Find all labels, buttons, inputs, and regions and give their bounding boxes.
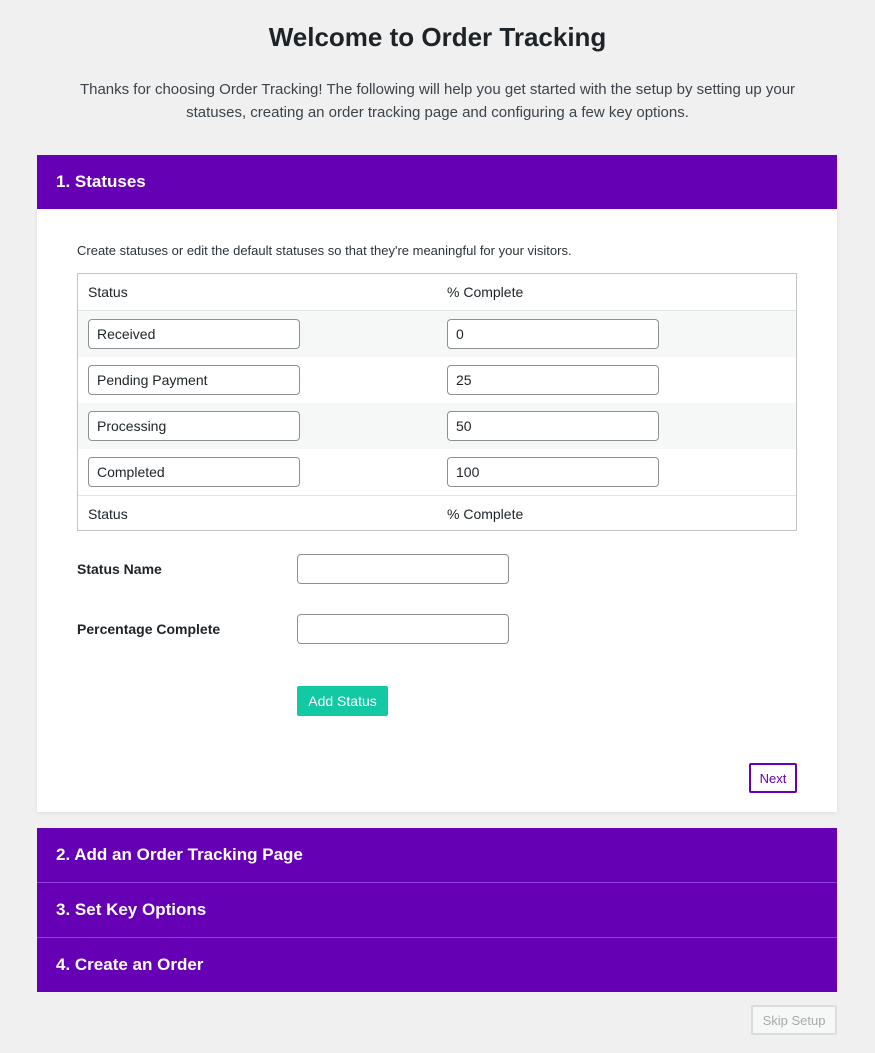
next-button[interactable]: Next (749, 763, 797, 793)
skip-setup-button[interactable]: Skip Setup (751, 1005, 837, 1035)
status-percent-input[interactable] (447, 457, 659, 487)
column-header-status: Status (88, 284, 128, 300)
status-percent-input[interactable] (447, 319, 659, 349)
table-footer: Status % Complete (78, 495, 796, 532)
statuses-panel: Create statuses or edit the default stat… (37, 209, 837, 812)
statuses-table: Status % Complete Status % Complete (77, 273, 797, 531)
status-name-input[interactable] (88, 411, 300, 441)
new-status-name-input[interactable] (297, 554, 509, 584)
page-title: Welcome to Order Tracking (268, 22, 607, 52)
column-header-percent: % Complete (447, 284, 524, 300)
status-name-input[interactable] (88, 457, 300, 487)
column-footer-status: Status (88, 506, 128, 522)
step-key-options-header[interactable]: 3. Set Key Options (37, 882, 837, 937)
table-row (78, 310, 796, 357)
status-name-input[interactable] (88, 319, 300, 349)
intro-text: Thanks for choosing Order Tracking! The … (79, 81, 796, 121)
status-percent-input[interactable] (447, 411, 659, 441)
add-status-button[interactable]: Add Status (297, 686, 388, 716)
percentage-complete-label: Percentage Complete (77, 621, 221, 637)
table-row (78, 357, 796, 403)
status-name-input[interactable] (88, 365, 300, 395)
step-statuses-header[interactable]: 1. Statuses (37, 155, 837, 209)
step-add-tracking-page-header[interactable]: 2. Add an Order Tracking Page (37, 828, 837, 882)
table-row (78, 449, 796, 495)
new-percentage-input[interactable] (297, 614, 509, 644)
statuses-description: Create statuses or edit the default stat… (77, 243, 572, 258)
step-create-order-header[interactable]: 4. Create an Order (37, 937, 837, 992)
status-percent-input[interactable] (447, 365, 659, 395)
table-header: Status % Complete (78, 274, 796, 310)
table-row (78, 403, 796, 449)
status-name-label: Status Name (77, 561, 162, 577)
column-footer-percent: % Complete (447, 506, 524, 522)
